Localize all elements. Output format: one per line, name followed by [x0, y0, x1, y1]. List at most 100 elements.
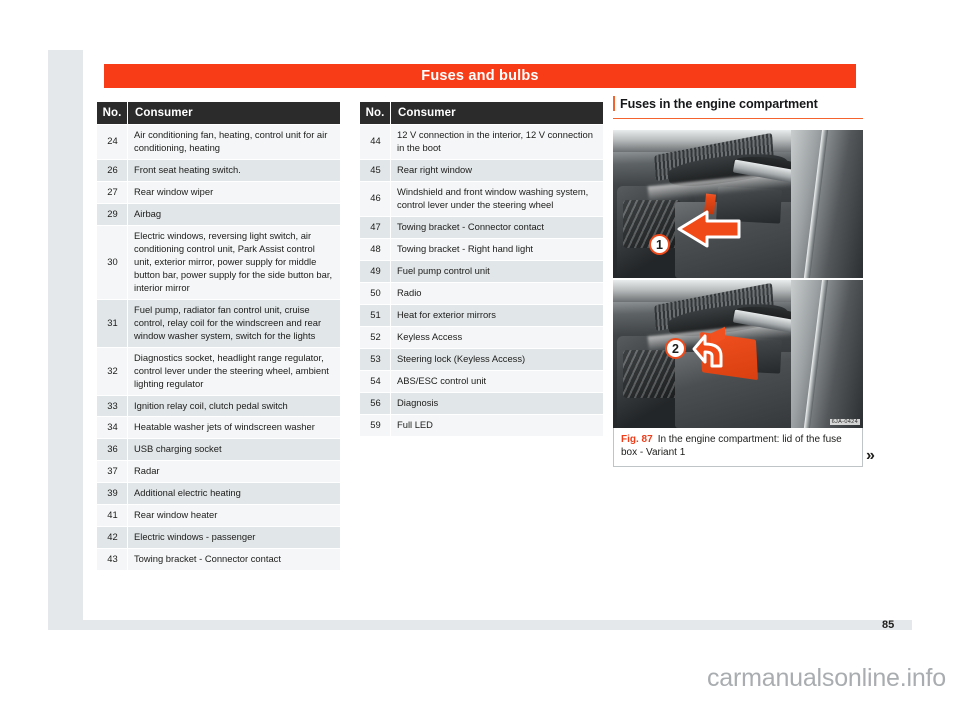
fuse-number: 52	[360, 326, 390, 348]
fuse-number: 56	[360, 392, 390, 414]
table-row: 48 Towing bracket - Right hand light	[360, 238, 603, 260]
fuse-number: 41	[97, 505, 127, 527]
fuse-table: No. Consumer 44 12 V connection in the in…	[360, 101, 603, 437]
fuse-number: 53	[360, 348, 390, 370]
fuse-table-left: No. Consumer 24 Air conditioning fan, hea…	[97, 101, 340, 571]
fuse-consumer: Rear right window	[390, 159, 603, 181]
fuse-number: 33	[97, 395, 127, 417]
fuse-consumer: Fuel pump, radiator fan control unit, cr…	[127, 299, 340, 347]
fuse-consumer: Towing bracket - Right hand light	[390, 238, 603, 260]
fuse-number: 31	[97, 299, 127, 347]
callout-marker-2-label: 2	[672, 341, 679, 356]
fuse-consumer: Towing bracket - Connector contact	[127, 549, 340, 571]
table-row: 34 Heatable washer jets of windscreen was…	[97, 417, 340, 439]
table-row: 52 Keyless Access	[360, 326, 603, 348]
table-row: 26 Front seat heating switch.	[97, 159, 340, 181]
fuse-consumer: Air conditioning fan, heating, control u…	[127, 125, 340, 159]
fuse-consumer: Heat for exterior mirrors	[390, 304, 603, 326]
fuse-consumer: Front seat heating switch.	[127, 159, 340, 181]
table-row: 29 Airbag	[97, 203, 340, 225]
column-header-no: No.	[97, 102, 127, 124]
table-row: 42 Electric windows - passenger	[97, 527, 340, 549]
fuse-number: 47	[360, 216, 390, 238]
fuse-number: 51	[360, 304, 390, 326]
fuse-number: 34	[97, 417, 127, 439]
table-row: 43 Towing bracket - Connector contact	[97, 549, 340, 571]
figure-caption: Fig. 87 In the engine compartment: lid of…	[613, 428, 863, 467]
fuse-consumer: Heatable washer jets of windscreen washe…	[127, 417, 340, 439]
table-row: 51 Heat for exterior mirrors	[360, 304, 603, 326]
fuse-number: 32	[97, 347, 127, 395]
table-row: 44 12 V connection in the interior, 12 V …	[360, 125, 603, 159]
page-number: 85	[882, 619, 895, 631]
table-row: 31 Fuel pump, radiator fan control unit, …	[97, 299, 340, 347]
table-row: 54 ABS/ESC control unit	[360, 370, 603, 392]
fuse-consumer: Rear window heater	[127, 505, 340, 527]
image-code-watermark: 6JA-0424	[829, 419, 860, 425]
fuse-consumer: Steering lock (Keyless Access)	[390, 348, 603, 370]
fender-panel	[791, 130, 863, 278]
fuse-number: 37	[97, 461, 127, 483]
table-header-row: No. Consumer	[97, 102, 340, 124]
fuse-number: 59	[360, 414, 390, 436]
fuse-consumer: Radar	[127, 461, 340, 483]
fuse-consumer: Ignition relay coil, clutch pedal switch	[127, 395, 340, 417]
continuation-arrow: »	[866, 447, 875, 464]
table-row: 50 Radio	[360, 282, 603, 304]
fuse-number: 43	[97, 549, 127, 571]
engine-compartment-section: Fuses in the engine compartment 1 2 6JA-…	[613, 95, 863, 467]
fuse-consumer: Towing bracket - Connector contact	[390, 216, 603, 238]
fuse-number: 46	[360, 181, 390, 216]
fuse-consumer: Airbag	[127, 203, 340, 225]
fuse-number: 50	[360, 282, 390, 304]
table-row: 47 Towing bracket - Connector contact	[360, 216, 603, 238]
fuse-number: 54	[360, 370, 390, 392]
figure-caption-text: In the engine compartment: lid of the fu…	[621, 434, 842, 459]
column-header-consumer: Consumer	[390, 102, 603, 124]
table-row: 24 Air conditioning fan, heating, control…	[97, 125, 340, 159]
page-title-banner: Fuses and bulbs	[104, 64, 856, 88]
table-row: 46 Windshield and front window washing sy…	[360, 181, 603, 216]
fuse-table-right: No. Consumer 44 12 V connection in the in…	[360, 101, 603, 437]
fender-panel	[791, 280, 863, 428]
fuse-number: 48	[360, 238, 390, 260]
table-row: 37 Radar	[97, 461, 340, 483]
table-row: 53 Steering lock (Keyless Access)	[360, 348, 603, 370]
table-row: 45 Rear right window	[360, 159, 603, 181]
engine-compartment-photo-1: 1	[613, 130, 863, 278]
column-header-consumer: Consumer	[127, 102, 340, 124]
fuse-consumer: Electric windows, reversing light switch…	[127, 225, 340, 299]
page-title: Fuses and bulbs	[421, 68, 539, 84]
table-row: 33 Ignition relay coil, clutch pedal swit…	[97, 395, 340, 417]
fuse-number: 39	[97, 483, 127, 505]
fuse-consumer: Diagnosis	[390, 392, 603, 414]
table-header-row: No. Consumer	[360, 102, 603, 124]
fuse-consumer: 12 V connection in the interior, 12 V co…	[390, 125, 603, 159]
figure-number: Fig. 87	[621, 434, 653, 445]
table-row: 32 Diagnostics socket, headlight range re…	[97, 347, 340, 395]
table-row: 27 Rear window wiper	[97, 181, 340, 203]
fuse-consumer: Radio	[390, 282, 603, 304]
fuse-number: 24	[97, 125, 127, 159]
fuse-consumer: Rear window wiper	[127, 181, 340, 203]
callout-arrow-1-icon	[677, 210, 741, 248]
fuse-number: 27	[97, 181, 127, 203]
fuse-number: 49	[360, 260, 390, 282]
callout-marker-2: 2	[665, 338, 686, 359]
fuse-consumer: Fuel pump control unit	[390, 260, 603, 282]
fuse-consumer: Full LED	[390, 414, 603, 436]
table-row: 56 Diagnosis	[360, 392, 603, 414]
fuse-consumer: Diagnostics socket, headlight range regu…	[127, 347, 340, 395]
fuse-number: 29	[97, 203, 127, 225]
table-row: 36 USB charging socket	[97, 439, 340, 461]
table-row: 41 Rear window heater	[97, 505, 340, 527]
callout-marker-1: 1	[649, 234, 670, 255]
fuse-number: 26	[97, 159, 127, 181]
table-row: 39 Additional electric heating	[97, 483, 340, 505]
column-header-no: No.	[360, 102, 390, 124]
section-heading-label: Fuses in the engine compartment	[620, 97, 818, 111]
callout-arrow-2-icon	[692, 334, 723, 368]
fuse-number: 45	[360, 159, 390, 181]
fuse-table: No. Consumer 24 Air conditioning fan, hea…	[97, 101, 340, 571]
section-heading: Fuses in the engine compartment	[613, 95, 863, 119]
